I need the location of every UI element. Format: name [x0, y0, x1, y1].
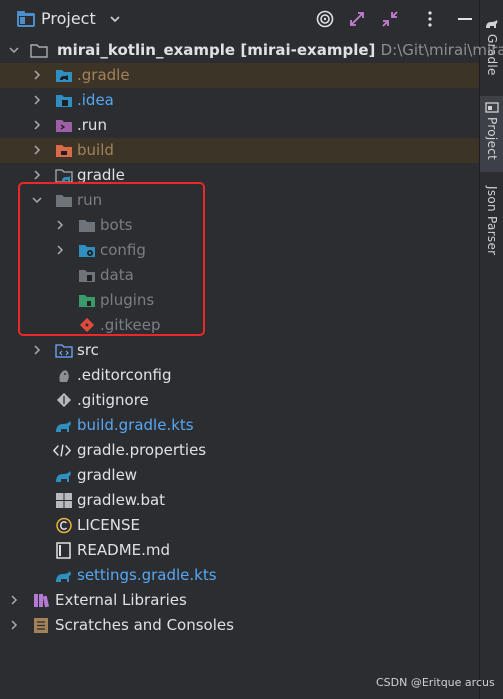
chevron-right-icon[interactable] [31, 344, 43, 356]
tree-label: settings.gradle.kts [77, 566, 217, 584]
tree-label: build.gradle.kts [77, 416, 194, 434]
tree-label: .gradle [77, 66, 130, 84]
properties-icon [53, 444, 71, 457]
locate-target-icon[interactable] [315, 9, 335, 29]
tree-row-gradle-dir[interactable]: .gradle [0, 63, 479, 88]
tree-label: .idea [77, 91, 114, 109]
project-tab-label: Project [485, 117, 499, 161]
right-toolwindow-strip: Gradle Project Json Parser [479, 0, 503, 699]
tree-row-gradlew-bat[interactable]: gradlew.bat [0, 488, 479, 513]
scratches-icon [34, 618, 48, 633]
json-parser-tab[interactable]: Json Parser [480, 186, 503, 266]
tree-row-gradle-properties[interactable]: gradle.properties [0, 438, 479, 463]
hide-minimize-icon[interactable] [455, 9, 475, 29]
tree-label: gradle.properties [77, 441, 207, 459]
tree-row-settings-gradle-kts[interactable]: settings.gradle.kts [0, 563, 479, 588]
run-folder-icon [56, 120, 72, 132]
chevron-right-icon[interactable] [31, 119, 43, 131]
tree-label: External Libraries [55, 591, 187, 609]
root-project-name: mirai_kotlin_example [57, 41, 236, 59]
tree-row-build-dir[interactable]: build [0, 138, 479, 163]
tree-label: build [77, 141, 114, 159]
tree-row-idea-dir[interactable]: .idea [0, 88, 479, 113]
idea-folder-icon [56, 95, 72, 107]
tree-label: gradlew.bat [77, 491, 166, 509]
gitignore-icon [56, 392, 72, 408]
chevron-right-icon[interactable] [31, 94, 43, 106]
tree-row-gradlew[interactable]: gradlew [0, 463, 479, 488]
gradle-elephant-icon [486, 20, 498, 28]
gradle-icon [56, 471, 71, 482]
chevron-right-icon[interactable] [31, 69, 43, 81]
tree-row-src-dir[interactable]: src [0, 338, 479, 363]
windows-icon [56, 493, 72, 508]
options-menu-icon[interactable] [420, 9, 440, 29]
tree-row-build-gradle-kts[interactable]: build.gradle.kts [0, 413, 479, 438]
tree-label: Scratches and Consoles [55, 616, 234, 634]
tree-label: src [77, 341, 99, 359]
chevron-down-icon[interactable] [8, 44, 20, 56]
tree-row-editorconfig[interactable]: .editorconfig [0, 363, 479, 388]
tree-row-external-libraries[interactable]: External Libraries [0, 588, 479, 613]
tree-label: README.md [77, 541, 171, 559]
project-toolwindow-header: Project [0, 0, 479, 38]
tree-label: .gitignore [77, 391, 149, 409]
tree-row-run-config-dir[interactable]: .run [0, 113, 479, 138]
chevron-right-icon[interactable] [31, 144, 43, 156]
chevron-right-icon[interactable] [8, 619, 20, 631]
src-folder-icon [55, 344, 73, 358]
gradle-icon [56, 421, 71, 432]
tree-row-readme[interactable]: README.md [0, 538, 479, 563]
expand-all-icon[interactable] [347, 9, 367, 29]
collapse-all-icon[interactable] [380, 9, 400, 29]
editorconfig-icon [59, 370, 69, 382]
tree-row-scratches[interactable]: Scratches and Consoles [0, 613, 479, 638]
tree-row-root[interactable]: mirai_kotlin_example [mirai-example] D:\… [0, 38, 503, 63]
license-icon [56, 517, 72, 534]
project-tab[interactable]: Project [480, 96, 503, 172]
tree-row-license[interactable]: LICENSE [0, 513, 479, 538]
tree-label: .editorconfig [77, 366, 172, 384]
tree-label: .run [77, 116, 107, 134]
root-module-name: [mirai-example] [240, 41, 376, 59]
json-parser-tab-label: Json Parser [485, 186, 499, 256]
build-folder-icon [56, 145, 72, 157]
chevron-down-icon[interactable] [108, 12, 122, 26]
tree-label: LICENSE [77, 516, 140, 534]
gradle-icon [56, 571, 71, 582]
chevron-right-icon[interactable] [8, 594, 20, 606]
watermark-text: CSDN @Eritque arcus [376, 676, 495, 689]
root-project-path: D:\Git\mirai\mirai_k [380, 41, 503, 59]
gradle-folder-icon [56, 70, 72, 82]
project-folder-icon [17, 11, 35, 27]
tree-label: gradlew [77, 466, 138, 484]
project-small-icon [485, 102, 499, 113]
markdown-icon [56, 542, 71, 559]
highlight-annotation-box [18, 182, 205, 336]
module-folder-icon [30, 44, 48, 58]
libraries-icon [34, 594, 49, 608]
tree-row-gitignore[interactable]: .gitignore [0, 388, 479, 413]
chevron-right-icon[interactable] [31, 169, 43, 181]
toolwindow-title[interactable]: Project [41, 9, 96, 28]
